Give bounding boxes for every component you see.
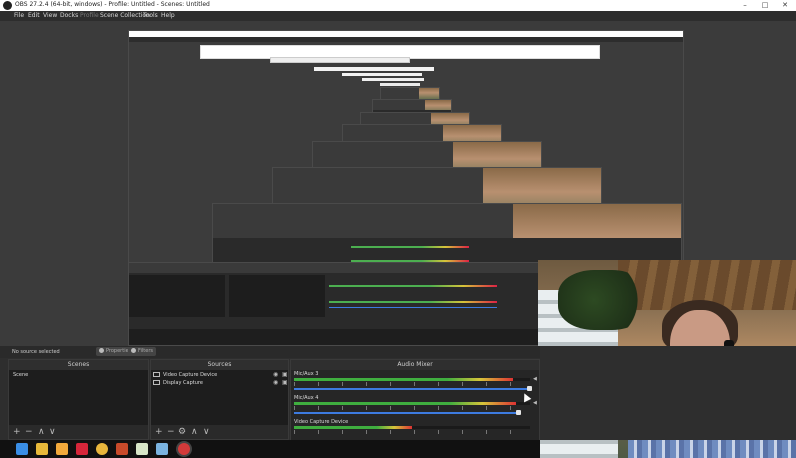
source-item-video-capture[interactable]: Video Capture Device xyxy=(153,372,217,378)
lock-icon[interactable]: ▣ xyxy=(282,379,288,386)
track-name: Mic/Aux 4 xyxy=(294,395,319,401)
mixer-track: Mic/Aux 3 ◀ xyxy=(294,371,537,393)
chrome-icon[interactable] xyxy=(96,443,108,455)
scene-item[interactable]: Scene xyxy=(13,372,28,378)
window-title: OBS 27.2.4 (64-bit, windows) - Profile: … xyxy=(15,1,210,8)
track-name: Video Capture Device xyxy=(294,419,349,425)
mixer-track: Video Capture Device xyxy=(294,419,534,439)
menu-profile[interactable]: Profile xyxy=(80,12,99,19)
menu-bar: File Edit View Docks Profile Scene Colle… xyxy=(0,11,796,21)
volume-meter xyxy=(294,378,530,381)
menu-file[interactable]: File xyxy=(14,12,24,19)
selection-status: No source selected xyxy=(12,349,60,355)
sources-panel: Sources Video Capture Device Display Cap… xyxy=(150,359,289,440)
nested-frame-6 xyxy=(362,78,424,81)
source-item-display-capture[interactable]: Display Capture xyxy=(153,380,203,386)
maximize-button[interactable]: □ xyxy=(756,0,774,11)
menu-help[interactable]: Help xyxy=(161,12,175,19)
add-scene-button[interactable]: + xyxy=(13,426,21,438)
volume-meter xyxy=(294,426,530,429)
bottom-dock: No source selected Properties Filters Sc… xyxy=(0,346,796,440)
taskbar xyxy=(0,440,540,458)
minimize-button[interactable]: – xyxy=(736,0,754,11)
menu-docks[interactable]: Docks xyxy=(60,12,78,19)
lock-icon[interactable]: ▣ xyxy=(282,371,288,378)
notepad-icon[interactable] xyxy=(136,443,148,455)
remove-source-button[interactable]: − xyxy=(167,426,175,438)
meter-scale xyxy=(294,406,530,410)
add-source-button[interactable]: + xyxy=(155,426,163,438)
volume-slider-handle[interactable] xyxy=(516,410,521,415)
volume-meter xyxy=(294,402,530,405)
move-source-down-button[interactable]: ∨ xyxy=(203,426,210,438)
meter-scale xyxy=(294,382,530,386)
audio-mixer-header: Audio Mixer xyxy=(291,360,539,370)
menu-view[interactable]: View xyxy=(43,12,57,19)
red-app-icon[interactable] xyxy=(76,443,88,455)
speaker-icon[interactable]: ◀ xyxy=(533,400,537,406)
mixer-track: Mic/Aux 4 ◀ xyxy=(294,395,537,417)
volume-slider[interactable] xyxy=(294,388,530,390)
filters-button[interactable]: Filters xyxy=(128,347,156,356)
menu-edit[interactable]: Edit xyxy=(28,12,40,19)
title-bar: OBS 27.2.4 (64-bit, windows) - Profile: … xyxy=(0,0,796,11)
move-source-up-button[interactable]: ∧ xyxy=(191,426,198,438)
track-name: Mic/Aux 3 xyxy=(294,371,319,377)
menu-tools[interactable]: Tools xyxy=(143,12,158,19)
nested-frame-3 xyxy=(270,57,410,63)
move-scene-up-button[interactable]: ∧ xyxy=(38,426,45,438)
speaker-icon[interactable]: ◀ xyxy=(533,376,537,382)
sources-header: Sources xyxy=(151,360,288,370)
scenes-header: Scenes xyxy=(9,360,148,370)
nested-frame-4 xyxy=(314,67,434,71)
volume-slider-handle[interactable] xyxy=(527,386,532,391)
volume-slider[interactable] xyxy=(294,412,519,414)
file-explorer-icon[interactable] xyxy=(36,443,48,455)
visibility-eye-icon[interactable]: ◉ xyxy=(273,371,278,378)
nested-frame-5 xyxy=(342,73,422,76)
nested-frame-7 xyxy=(380,83,420,86)
camera-icon xyxy=(153,372,160,377)
filter-icon xyxy=(131,348,136,353)
nested-obs-15 xyxy=(128,262,540,346)
scenes-panel: Scenes Scene + − ∧ ∨ xyxy=(8,359,149,440)
context-bar: No source selected Properties Filters xyxy=(0,346,540,358)
obs-logo-icon xyxy=(3,1,12,10)
pen-app-icon[interactable] xyxy=(56,443,68,455)
gear-icon xyxy=(99,348,104,353)
move-scene-down-button[interactable]: ∨ xyxy=(49,426,56,438)
visibility-eye-icon[interactable]: ◉ xyxy=(273,379,278,386)
blue-app-icon[interactable] xyxy=(156,443,168,455)
windows-start-icon[interactable] xyxy=(16,443,28,455)
monitor-icon xyxy=(153,380,160,385)
feather-app-icon[interactable] xyxy=(116,443,128,455)
obs-icon[interactable] xyxy=(178,443,190,455)
remove-scene-button[interactable]: − xyxy=(25,426,33,438)
meter-scale xyxy=(294,430,530,434)
obs-window: OBS 27.2.4 (64-bit, windows) - Profile: … xyxy=(0,0,796,458)
close-button[interactable]: ✕ xyxy=(776,0,794,11)
source-properties-button[interactable]: ⚙ xyxy=(178,426,186,438)
audio-mixer-panel: Audio Mixer Mic/Aux 3 ◀ Mic/Aux 4 ◀ Vide… xyxy=(290,359,540,440)
